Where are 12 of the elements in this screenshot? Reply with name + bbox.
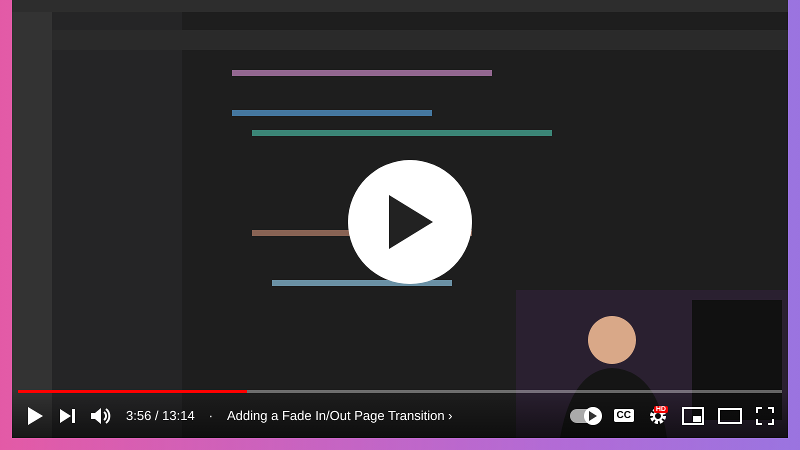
next-icon[interactable] [58, 406, 76, 424]
separator: · [208, 408, 214, 423]
miniplayer-icon[interactable] [682, 406, 704, 424]
chapter-link[interactable]: Adding a Fade In/Out Page Transition › [227, 408, 452, 423]
time-display: 3:56 / 13:14 [126, 408, 195, 423]
play-icon [588, 410, 597, 420]
fullscreen-icon[interactable] [756, 406, 774, 424]
play-icon[interactable] [26, 406, 44, 426]
captions-button[interactable]: CC [614, 409, 634, 422]
volume-icon[interactable] [90, 406, 112, 426]
autoplay-toggle[interactable] [570, 408, 600, 422]
theater-mode-icon[interactable] [718, 408, 742, 424]
